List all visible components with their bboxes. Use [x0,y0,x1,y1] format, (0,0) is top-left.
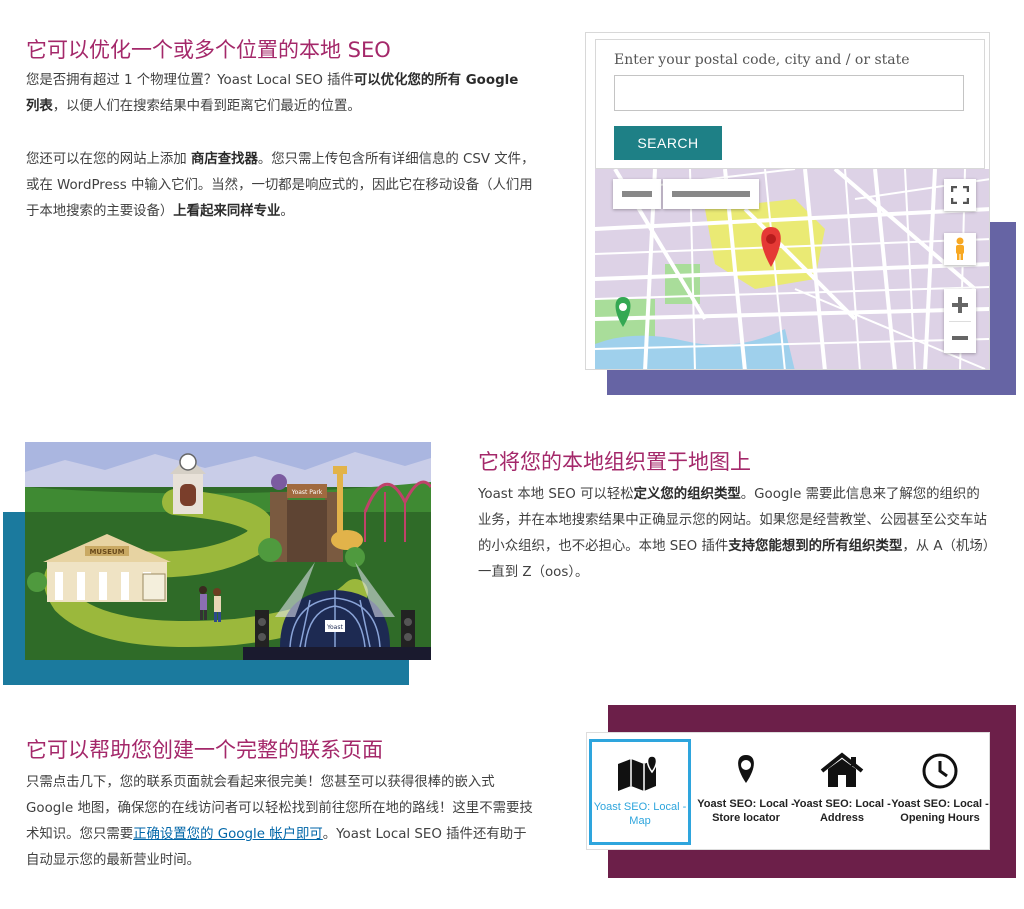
store-paragraph-1: 您是否拥有超过 1 个物理位置？Yoast Local SEO 插件可以优化您的… [26,73,519,114]
block-local-store-locator[interactable]: Yoast SEO: Local - Store locator [695,739,797,845]
house-icon [820,752,864,787]
block-local-opening-hours[interactable]: Yoast SEO: Local - Opening Hours [889,739,991,845]
local-seo-blocks-panel: Yoast SEO: Local - Map Yoast SEO: Local … [586,732,990,850]
clock-icon [922,753,958,789]
block-local-address[interactable]: Yoast SEO: Local - Address [791,739,893,845]
block-label-store-locator: Yoast SEO: Local - Store locator [697,798,795,824]
block-label-opening-hours: Yoast SEO: Local - Opening Hours [891,798,989,824]
zoom-out-icon[interactable] [950,328,970,348]
zoom-control [944,289,976,353]
zoom-in-icon[interactable] [950,295,970,315]
map-pin-icon [738,755,754,783]
contact-paragraph: 只需点击几下，您的联系页面就会看起来很完美！您甚至可以获得很棒的嵌入式 Goog… [26,775,533,868]
fullscreen-icon[interactable] [944,179,976,211]
map-icon [618,755,658,791]
museum-sign: MUSEUM [89,548,124,556]
postal-code-label: Enter your postal code, city and / or st… [614,52,910,68]
postal-code-input[interactable] [614,75,964,111]
google-account-setup-link[interactable]: 正确设置您的 Google 帐户即可 [133,827,323,842]
section-heading-organization: 它将您的本地组织置于地图上 [478,450,751,474]
store-locator-form: Enter your postal code, city and / or st… [595,39,985,169]
block-label-map: Yoast SEO: Local - Map [593,801,687,827]
block-local-map[interactable]: Yoast SEO: Local - Map [589,739,691,845]
section-heading-contact: 它可以帮助您创建一个完整的联系页面 [26,738,383,762]
search-button[interactable]: SEARCH [614,126,722,160]
store-paragraph-2: 您还可以在您的网站上添加 商店查找器。您只需上传包含所有详细信息的 CSV 文件… [26,152,535,219]
stage-label: Yoast [326,624,343,631]
local-organization-illustration: MUSEUM Yoast Park Yoast [25,442,431,660]
park-gate-sign: Yoast Park [291,489,323,496]
block-label-address: Yoast SEO: Local - Address [793,798,891,824]
section-heading-store: 它可以优化一个或多个位置的本地 SEO [26,38,391,62]
store-locator-preview: Enter your postal code, city and / or st… [585,32,990,370]
map-type-control[interactable] [613,179,661,209]
map-satellite-control[interactable] [663,179,759,209]
organization-paragraph: Yoast 本地 SEO 可以轻松定义您的组织类型。Google 需要此信息来了… [478,487,990,580]
pegman-icon[interactable] [944,233,976,265]
